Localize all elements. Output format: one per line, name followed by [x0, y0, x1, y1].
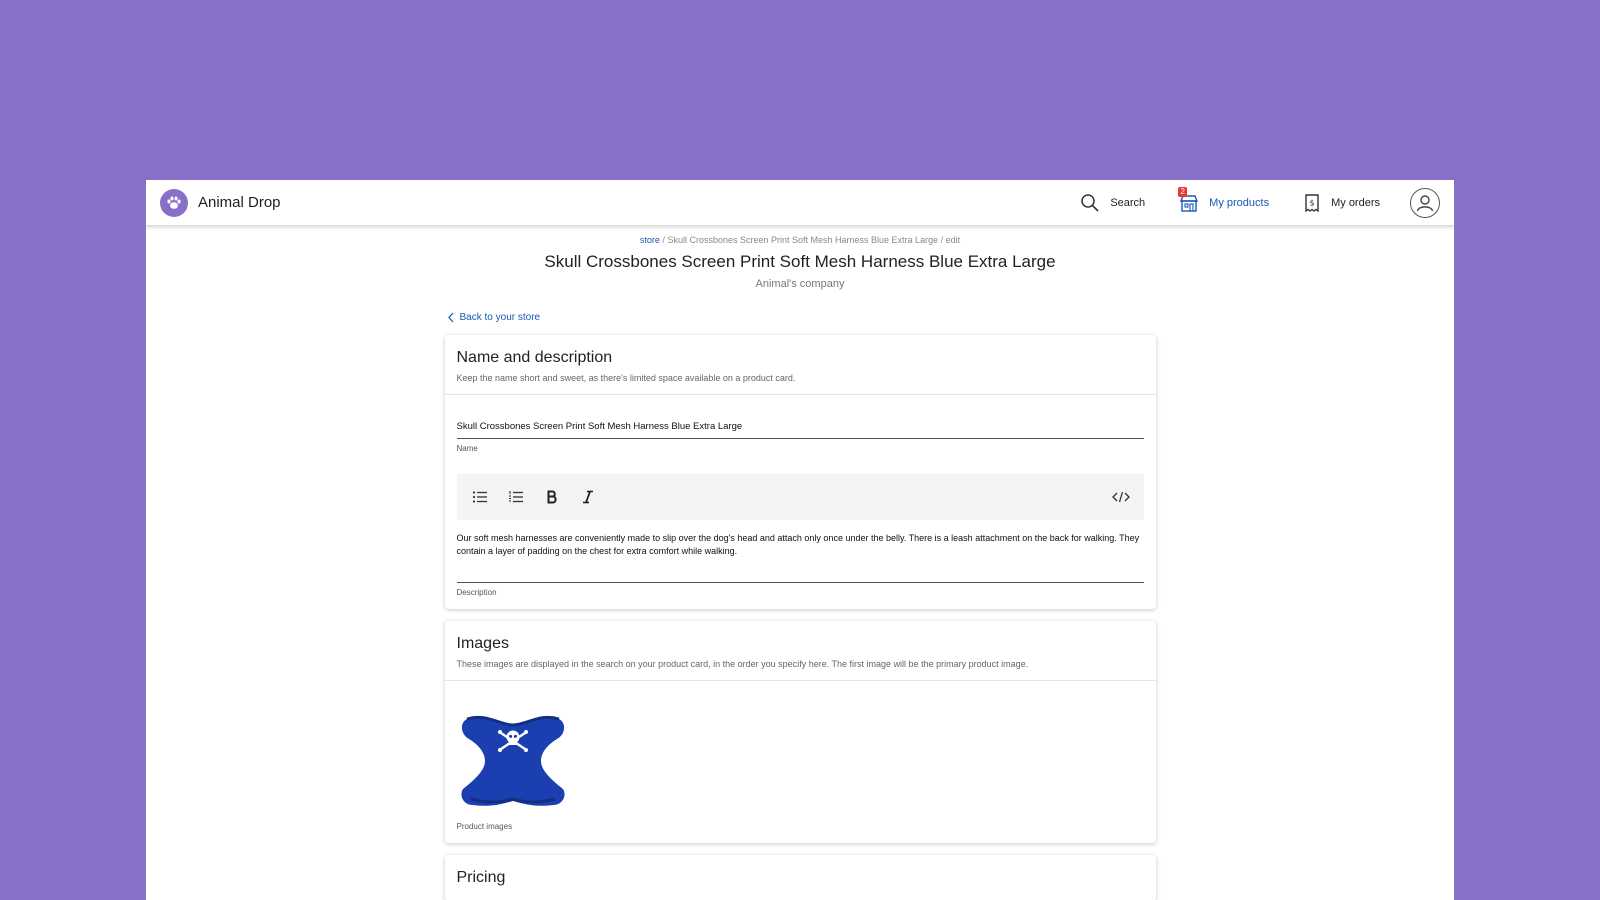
description-editor[interactable]: Our soft mesh harnesses are conveniently… — [456, 520, 1144, 583]
name-input[interactable]: Skull Crossbones Screen Print Soft Mesh … — [456, 407, 1144, 439]
breadcrumb-separator: / — [940, 235, 944, 245]
images-card: Images These images are displayed in the… — [444, 621, 1156, 843]
product-image-harness[interactable] — [456, 699, 569, 817]
italic-icon[interactable] — [579, 488, 597, 506]
nav-my-products-label: My products — [1209, 196, 1270, 209]
breadcrumb-store-link[interactable]: store — [640, 235, 660, 245]
card-subtitle: These images are displayed in the search… — [456, 659, 1029, 669]
breadcrumb-edit: edit — [945, 235, 961, 245]
back-to-store-label: Back to your store — [459, 312, 541, 323]
code-view-icon[interactable] — [1111, 488, 1130, 506]
card-title: Images — [456, 635, 509, 652]
app-window: Animal Drop Search 2 My products $ My or… — [146, 180, 1454, 900]
storefront-icon: 2 — [1178, 186, 1199, 213]
nav-my-products[interactable]: 2 My products — [1178, 186, 1270, 213]
user-account-icon[interactable] — [1410, 187, 1440, 218]
bold-icon[interactable] — [543, 488, 561, 506]
chevron-left-icon — [447, 312, 453, 323]
description-field-label: Description — [456, 588, 497, 597]
card-subtitle: Keep the name short and sweet, as there'… — [456, 373, 796, 383]
breadcrumb: store / Skull Crossbones Screen Print So… — [146, 235, 1454, 245]
page-title: Skull Crossbones Screen Print Soft Mesh … — [544, 252, 1056, 271]
company-name: Animal's company — [755, 278, 845, 290]
search-icon — [1081, 193, 1099, 212]
rich-text-toolbar — [456, 474, 1144, 520]
paw-logo-icon[interactable] — [160, 188, 188, 217]
nav-my-orders[interactable]: $ My orders — [1303, 193, 1380, 213]
app-name[interactable]: Animal Drop — [198, 194, 281, 211]
products-count-badge: 2 — [1178, 186, 1188, 197]
main-content: Back to your store Name and description … — [444, 312, 1156, 900]
top-navbar: Animal Drop Search 2 My products $ My or… — [146, 180, 1454, 226]
card-title: Pricing — [456, 869, 506, 886]
nav-search[interactable]: Search — [1080, 193, 1145, 213]
nav-my-orders-label: My orders — [1331, 196, 1380, 209]
breadcrumb-separator: / — [662, 235, 665, 245]
card-title: Name and description — [456, 349, 613, 366]
breadcrumb-product: Skull Crossbones Screen Print Soft Mesh … — [667, 235, 939, 245]
nav-search-label: Search — [1110, 196, 1146, 209]
numbered-list-icon[interactable] — [507, 488, 525, 506]
name-description-card: Name and description Keep the name short… — [444, 335, 1156, 609]
back-to-store-link[interactable]: Back to your store — [447, 312, 1156, 323]
bulleted-list-icon[interactable] — [471, 488, 489, 506]
pricing-card: Pricing — [444, 855, 1156, 900]
receipt-icon: $ — [1305, 193, 1319, 212]
product-images-label: Product images — [456, 822, 513, 831]
name-field-label: Name — [456, 444, 478, 453]
svg-text:$: $ — [1310, 198, 1315, 207]
